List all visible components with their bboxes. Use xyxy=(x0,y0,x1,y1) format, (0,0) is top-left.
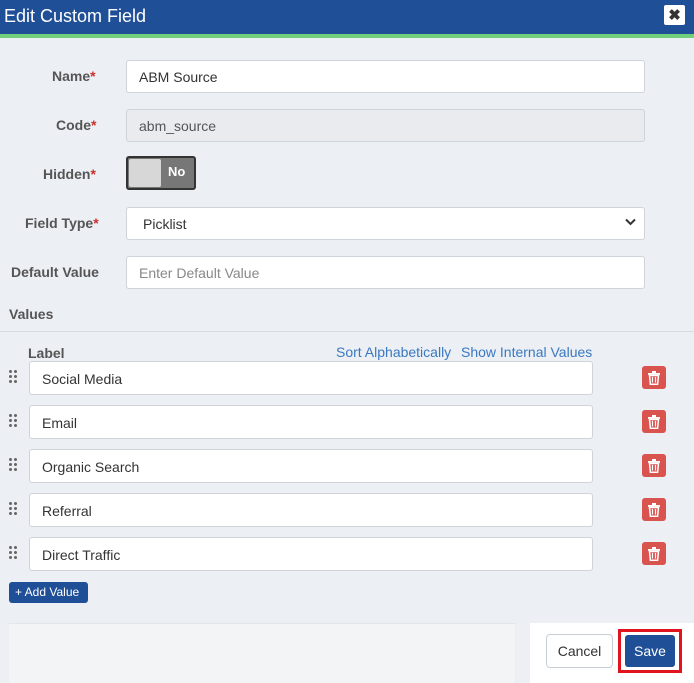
drag-handle-icon[interactable] xyxy=(9,458,19,474)
cancel-button[interactable]: Cancel xyxy=(546,634,613,668)
trash-icon[interactable] xyxy=(642,454,666,477)
save-button[interactable]: Save xyxy=(625,635,675,667)
section-divider xyxy=(0,331,694,332)
dialog-header: Edit Custom Field ✖ xyxy=(0,0,694,34)
chevron-down-icon xyxy=(625,217,636,229)
trash-icon[interactable] xyxy=(642,410,666,433)
add-value-button[interactable]: + Add Value xyxy=(9,582,88,603)
field-type-label: Field Type* xyxy=(25,215,99,231)
field-type-select[interactable]: Picklist xyxy=(126,207,645,240)
name-input[interactable]: ABM Source xyxy=(126,60,645,93)
hidden-toggle[interactable]: No xyxy=(126,156,196,190)
values-column-label: Label xyxy=(28,345,65,361)
toggle-knob xyxy=(129,159,161,187)
value-row: Organic Search xyxy=(0,449,694,483)
value-input[interactable]: Email xyxy=(29,405,593,439)
values-section-title: Values xyxy=(9,306,54,322)
toggle-state-label: No xyxy=(168,164,186,179)
default-value-label: Default Value xyxy=(11,264,99,280)
value-input[interactable]: Direct Traffic xyxy=(29,537,593,571)
code-input: abm_source xyxy=(126,109,645,142)
value-row: Social Media xyxy=(0,361,694,395)
show-internal-values-link[interactable]: Show Internal Values xyxy=(461,344,592,360)
trash-icon[interactable] xyxy=(642,542,666,565)
sort-alphabetically-link[interactable]: Sort Alphabetically xyxy=(336,344,451,360)
value-input[interactable]: Organic Search xyxy=(29,449,593,483)
trash-icon[interactable] xyxy=(642,366,666,389)
value-row: Direct Traffic xyxy=(0,537,694,571)
value-input[interactable]: Referral xyxy=(29,493,593,527)
drag-handle-icon[interactable] xyxy=(9,546,19,562)
field-type-selected: Picklist xyxy=(143,216,187,232)
drag-handle-icon[interactable] xyxy=(9,502,19,518)
code-label: Code* xyxy=(56,117,97,133)
value-row: Referral xyxy=(0,493,694,527)
close-icon[interactable]: ✖ xyxy=(664,5,685,25)
value-input[interactable]: Social Media xyxy=(29,361,593,395)
trash-icon[interactable] xyxy=(642,498,666,521)
footer-left-area xyxy=(9,623,515,683)
drag-handle-icon[interactable] xyxy=(9,414,19,430)
name-label: Name* xyxy=(52,68,96,84)
hidden-label: Hidden* xyxy=(43,166,96,182)
dialog-title: Edit Custom Field xyxy=(4,6,147,26)
value-row: Email xyxy=(0,405,694,439)
default-value-input[interactable]: Enter Default Value xyxy=(126,256,645,289)
drag-handle-icon[interactable] xyxy=(9,370,19,386)
